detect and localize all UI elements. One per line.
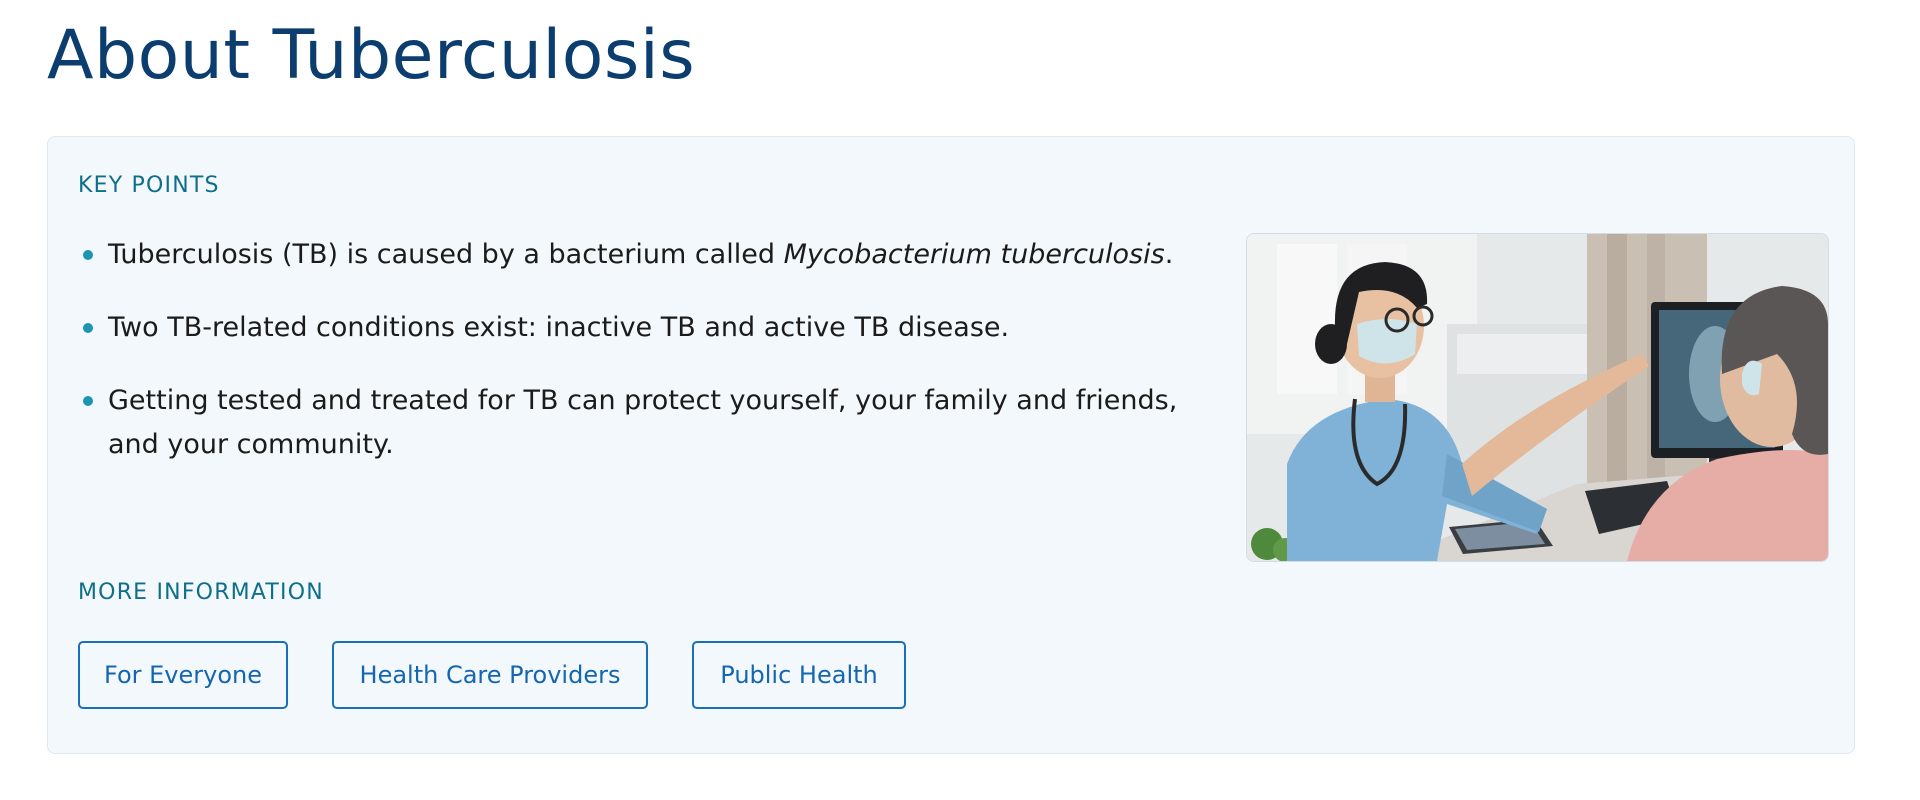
for-everyone-button[interactable]: For Everyone [78, 641, 288, 709]
scientific-name: Mycobacterium tuberculosis [783, 239, 1165, 270]
bullet-icon [83, 250, 93, 260]
key-points-list: Tuberculosis (TB) is caused by a bacteri… [78, 233, 1218, 496]
key-point-text: Getting tested and treated for TB can pr… [108, 385, 1178, 460]
key-point-item: Tuberculosis (TB) is caused by a bacteri… [78, 233, 1218, 277]
key-point-text: Two TB-related conditions exist: inactiv… [108, 312, 1010, 343]
bullet-icon [83, 396, 93, 406]
bullet-icon [83, 323, 93, 333]
key-points-heading: KEY POINTS [78, 173, 220, 198]
key-point-text: Tuberculosis (TB) is caused by a bacteri… [108, 239, 784, 270]
more-information-heading: MORE INFORMATION [78, 580, 324, 605]
key-point-suffix: . [1164, 239, 1174, 270]
key-point-item: Getting tested and treated for TB can pr… [78, 379, 1218, 467]
doctor-patient-photo [1246, 233, 1829, 562]
public-health-button[interactable]: Public Health [692, 641, 906, 709]
key-points-card: KEY POINTS Tuberculosis (TB) is caused b… [47, 136, 1855, 754]
key-point-item: Two TB-related conditions exist: inactiv… [78, 306, 1218, 350]
page-title: About Tuberculosis [47, 16, 696, 95]
photo-illustration [1247, 234, 1828, 561]
health-care-providers-button[interactable]: Health Care Providers [332, 641, 648, 709]
page: About Tuberculosis KEY POINTS Tuberculos… [0, 0, 1920, 800]
